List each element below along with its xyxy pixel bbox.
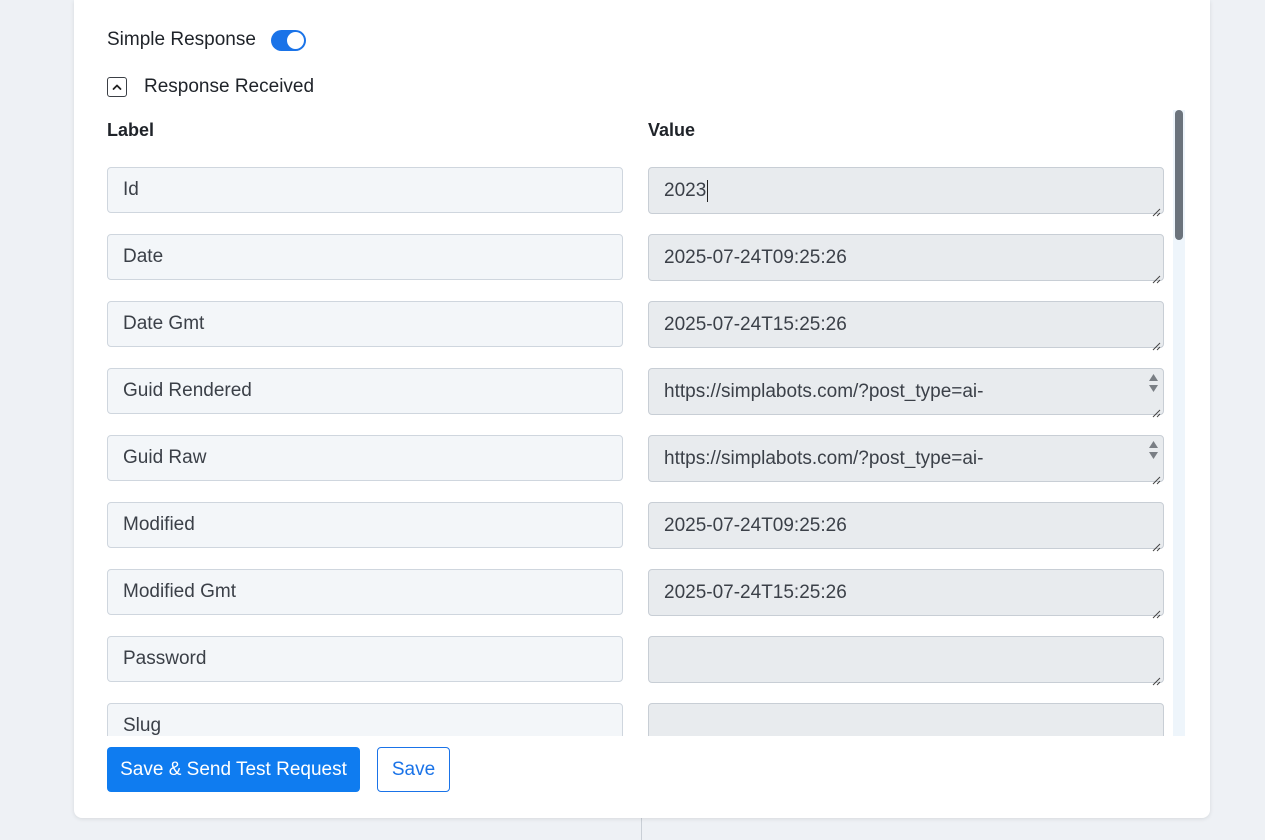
field-value-text: 2025-07-24T09:25:26: [664, 514, 847, 536]
response-fields-scroll-area[interactable]: Label Value Id 2023 Date 2025-07-24T09:25:2…: [107, 110, 1184, 736]
field-value-textarea[interactable]: https://simplabots.com/?post_type=ai-: [648, 435, 1164, 485]
label-column-header: Label: [107, 120, 155, 140]
field-value-textarea[interactable]: 2025-07-24T09:25:26: [648, 502, 1164, 552]
field-value-textarea[interactable]: [648, 636, 1164, 686]
field-label-input[interactable]: Modified Gmt: [107, 569, 623, 615]
response-received-header[interactable]: Response Received: [107, 74, 314, 100]
text-caret: [707, 179, 709, 202]
value-column-header: Value: [648, 120, 696, 140]
arrow-up-icon[interactable]: [1148, 440, 1159, 449]
save-button[interactable]: Save: [377, 747, 450, 792]
resize-handle-icon[interactable]: [1151, 201, 1161, 217]
resize-handle-icon[interactable]: [1151, 335, 1161, 351]
chevron-up-icon: [112, 84, 122, 90]
response-field-row: Modified Gmt 2025-07-24T15:25:26: [107, 569, 1164, 619]
scrollbar-thumb[interactable]: [1175, 110, 1183, 240]
resize-handle-icon[interactable]: [1151, 603, 1161, 619]
toggle-knob: [286, 31, 304, 49]
field-label-input[interactable]: Guid Raw: [107, 435, 623, 481]
arrow-up-icon[interactable]: [1148, 373, 1159, 382]
resize-handle-icon[interactable]: [1151, 469, 1161, 485]
arrow-down-icon[interactable]: [1148, 384, 1159, 393]
field-value-text: https://simplabots.com/?post_type=ai-: [664, 447, 984, 469]
response-field-row: Guid Rendered https://simplabots.com/?pos…: [107, 368, 1164, 418]
field-label-input[interactable]: Date: [107, 234, 623, 280]
field-label-input[interactable]: Id: [107, 167, 623, 213]
background-divider: [641, 818, 642, 840]
resize-handle-icon[interactable]: [1151, 670, 1161, 686]
vertical-scrollbar[interactable]: [1173, 110, 1185, 736]
response-field-row: Slug: [107, 703, 1164, 736]
collapse-button[interactable]: [107, 77, 127, 97]
field-value-textarea[interactable]: 2023: [648, 167, 1164, 217]
resize-handle-icon[interactable]: [1151, 536, 1161, 552]
simple-response-label: Simple Response: [107, 29, 256, 50]
save-and-send-test-request-button[interactable]: Save & Send Test Request: [107, 747, 360, 792]
field-value-textarea[interactable]: 2025-07-24T09:25:26: [648, 234, 1164, 284]
simple-response-toggle[interactable]: [270, 29, 306, 51]
response-card: Simple Response Response Received Label …: [74, 0, 1210, 818]
field-label-input[interactable]: Slug: [107, 703, 623, 736]
simple-response-row: Simple Response: [107, 26, 306, 54]
response-field-row: Date 2025-07-24T09:25:26: [107, 234, 1164, 284]
field-value-textarea[interactable]: [648, 703, 1164, 736]
field-value-text: 2023: [664, 179, 707, 201]
field-value-text: 2025-07-24T09:25:26: [664, 246, 847, 268]
resize-handle-icon[interactable]: [1151, 402, 1161, 418]
field-label-input[interactable]: Date Gmt: [107, 301, 623, 347]
response-field-row: Password: [107, 636, 1164, 686]
response-field-row: Guid Raw https://simplabots.com/?post_typ…: [107, 435, 1164, 485]
response-received-label: Response Received: [144, 76, 315, 97]
field-value-text: 2025-07-24T15:25:26: [664, 313, 847, 335]
field-label-input[interactable]: Guid Rendered: [107, 368, 623, 414]
field-value-textarea[interactable]: 2025-07-24T15:25:26: [648, 569, 1164, 619]
field-label-input[interactable]: Password: [107, 636, 623, 682]
field-value-textarea[interactable]: 2025-07-24T15:25:26: [648, 301, 1164, 351]
arrow-down-icon[interactable]: [1148, 451, 1159, 460]
field-value-textarea[interactable]: https://simplabots.com/?post_type=ai-: [648, 368, 1164, 418]
field-value-text: https://simplabots.com/?post_type=ai-: [664, 380, 984, 402]
field-value-text: 2025-07-24T15:25:26: [664, 581, 847, 603]
response-field-row: Modified 2025-07-24T09:25:26: [107, 502, 1164, 552]
response-field-row: Date Gmt 2025-07-24T15:25:26: [107, 301, 1164, 351]
field-label-input[interactable]: Modified: [107, 502, 623, 548]
resize-handle-icon[interactable]: [1151, 268, 1161, 284]
response-field-row: Id 2023: [107, 167, 1164, 217]
